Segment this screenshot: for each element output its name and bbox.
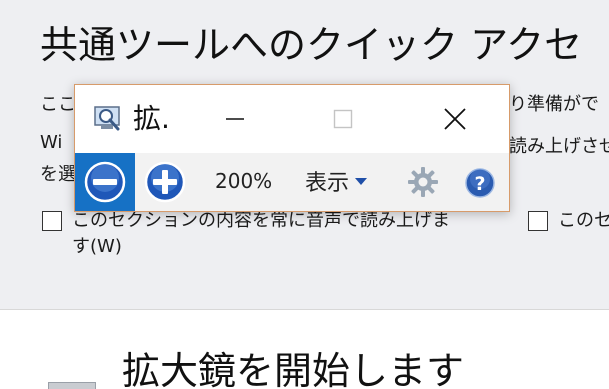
zoom-level: 200% (215, 169, 273, 193)
maximize-button[interactable] (323, 101, 363, 137)
minimize-button[interactable] (215, 101, 255, 137)
zoom-out-icon (84, 161, 126, 203)
start-magnifier-link[interactable]: 拡大鏡を開始します (122, 340, 464, 389)
read-aloud-checkbox-label[interactable]: このセクションの内容を常に音声で読み上げます(W) (72, 208, 452, 260)
description-line-2-right: 読み上げさせ (509, 136, 609, 157)
description-line-1: ここ (40, 94, 76, 115)
magnifier-launch-icon[interactable] (48, 382, 96, 389)
view-dropdown[interactable]: 表示 (305, 166, 368, 196)
maximize-icon (333, 109, 353, 129)
magnifier-app-icon (94, 106, 120, 131)
zoom-in-button[interactable] (137, 153, 193, 211)
description-line-2: Wi (40, 132, 63, 153)
minimize-icon (226, 118, 244, 120)
magnifier-title-bar[interactable]: 拡. (75, 85, 509, 153)
second-checkbox[interactable] (528, 211, 548, 231)
second-checkbox-label[interactable]: このセ (558, 208, 609, 234)
gear-icon[interactable] (407, 166, 439, 198)
close-button[interactable] (435, 101, 475, 137)
magnifier-window[interactable]: 拡. 200% 表示 ? (74, 84, 510, 212)
close-icon (444, 108, 466, 130)
magnifier-toolbar: 200% 表示 ? (75, 153, 509, 211)
zoom-in-icon (144, 161, 186, 203)
page-title: 共通ツールへのクイック アクセ (40, 23, 583, 67)
read-aloud-checkbox[interactable] (42, 211, 62, 231)
help-icon[interactable]: ? (464, 167, 496, 199)
zoom-out-button[interactable] (75, 153, 135, 211)
description-line-1-right: り準備がで (509, 94, 599, 115)
svg-text:?: ? (474, 173, 485, 195)
view-dropdown-label: 表示 (305, 171, 350, 196)
magnifier-title: 拡. (133, 102, 170, 135)
dropdown-arrow-icon (355, 177, 368, 185)
description-line-3: を選 (40, 164, 76, 185)
